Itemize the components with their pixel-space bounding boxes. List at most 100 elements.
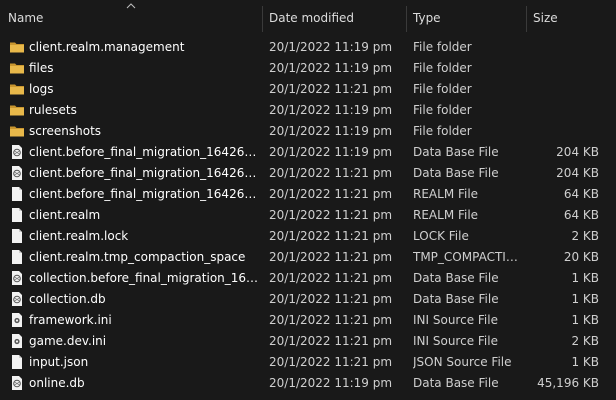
file-date-modified: 20/1/2022 11:21 pm xyxy=(269,166,393,180)
file-size: 64 KB xyxy=(563,187,599,201)
folder-icon xyxy=(9,102,25,119)
folder-icon xyxy=(9,81,25,98)
file-size: 1 KB xyxy=(571,313,599,327)
file-date-modified: 20/1/2022 11:19 pm xyxy=(269,376,393,390)
file-row[interactable]: game.dev.ini 20/1/2022 11:21 pm INI Source… xyxy=(0,331,616,352)
file-name: logs xyxy=(29,82,54,96)
file-name: client.before_final_migration_1642691996… xyxy=(29,145,259,159)
file-name: client.realm xyxy=(29,208,101,222)
file-size: 45,196 KB xyxy=(537,376,599,390)
file-size: 1 KB xyxy=(571,292,599,306)
file-type: Data Base File xyxy=(413,271,499,285)
file-name: online.db xyxy=(29,376,85,390)
column-header-type[interactable]: Type xyxy=(406,0,526,37)
file-row[interactable]: online.db 20/1/2022 11:19 pm Data Base Fil… xyxy=(0,373,616,394)
file-type: File folder xyxy=(413,124,472,138)
file-icon xyxy=(9,228,25,245)
database-file-icon xyxy=(9,291,25,308)
file-row[interactable]: collection.before_final_migration_164269… xyxy=(0,268,616,289)
file-type: INI Source File xyxy=(413,313,498,327)
file-name: collection.before_final_migration_164269… xyxy=(29,271,259,285)
file-row[interactable]: framework.ini 20/1/2022 11:21 pm INI Sourc… xyxy=(0,310,616,331)
file-name: collection.db xyxy=(29,292,106,306)
file-row[interactable]: client.before_final_migration_1642691996… xyxy=(0,142,616,163)
file-size: 64 KB xyxy=(563,208,599,222)
file-size xyxy=(526,121,599,142)
file-row[interactable]: logs 20/1/2022 11:21 pm File folder xyxy=(0,79,616,100)
file-type: File folder xyxy=(413,103,472,117)
file-type: REALM File xyxy=(413,208,479,222)
file-row[interactable]: rulesets 20/1/2022 11:19 pm File folder xyxy=(0,100,616,121)
file-date-modified: 20/1/2022 11:21 pm xyxy=(269,355,393,369)
file-row[interactable]: screenshots 20/1/2022 11:19 pm File folder xyxy=(0,121,616,142)
settings-file-icon xyxy=(9,333,25,350)
file-row[interactable]: client.realm.tmp_compaction_space 20/1/20… xyxy=(0,247,616,268)
column-header-date-modified[interactable]: Date modified xyxy=(263,0,406,37)
file-type: File folder xyxy=(413,40,472,54)
file-row[interactable]: collection.db 20/1/2022 11:21 pm Data Base… xyxy=(0,289,616,310)
column-header-name[interactable]: Name xyxy=(0,0,263,37)
file-icon xyxy=(9,354,25,371)
file-name: client.realm.tmp_compaction_space xyxy=(29,250,246,264)
file-type: REALM File xyxy=(413,187,479,201)
file-row[interactable]: client.realm 20/1/2022 11:21 pm REALM File… xyxy=(0,205,616,226)
file-type: INI Source File xyxy=(413,334,498,348)
file-name: input.json xyxy=(29,355,89,369)
file-row[interactable]: client.realm.management 20/1/2022 11:19 p… xyxy=(0,37,616,58)
file-type: Data Base File xyxy=(413,166,499,180)
file-date-modified: 20/1/2022 11:19 pm xyxy=(269,40,393,54)
file-size xyxy=(526,37,599,58)
file-name: client.before_final_migration_1642692099… xyxy=(29,166,259,180)
file-row[interactable]: client.before_final_migration_1642692099… xyxy=(0,184,616,205)
file-type: Data Base File xyxy=(413,292,499,306)
file-date-modified: 20/1/2022 11:19 pm xyxy=(269,61,393,75)
file-name: client.before_final_migration_1642692099… xyxy=(29,187,259,201)
file-name: screenshots xyxy=(29,124,102,138)
file-date-modified: 20/1/2022 11:21 pm xyxy=(269,292,393,306)
settings-file-icon xyxy=(9,312,25,329)
file-name: game.dev.ini xyxy=(29,334,107,348)
file-date-modified: 20/1/2022 11:21 pm xyxy=(269,271,393,285)
file-date-modified: 20/1/2022 11:19 pm xyxy=(269,145,393,159)
file-type: LOCK File xyxy=(413,229,469,243)
file-date-modified: 20/1/2022 11:21 pm xyxy=(269,250,393,264)
database-file-icon xyxy=(9,270,25,287)
file-date-modified: 20/1/2022 11:21 pm xyxy=(269,187,393,201)
file-icon xyxy=(9,249,25,266)
file-name: files xyxy=(29,61,54,75)
file-row[interactable]: files 20/1/2022 11:19 pm File folder xyxy=(0,58,616,79)
file-name: framework.ini xyxy=(29,313,112,327)
file-list-view: Name Date modified Type Size client.real… xyxy=(0,0,616,400)
file-date-modified: 20/1/2022 11:21 pm xyxy=(269,313,393,327)
file-date-modified: 20/1/2022 11:19 pm xyxy=(269,124,393,138)
file-name: client.realm.management xyxy=(29,40,185,54)
database-file-icon xyxy=(9,144,25,161)
file-date-modified: 20/1/2022 11:19 pm xyxy=(269,103,393,117)
file-icon xyxy=(9,207,25,224)
database-file-icon xyxy=(9,375,25,392)
file-row[interactable]: client.realm.lock 20/1/2022 11:21 pm LOCK … xyxy=(0,226,616,247)
file-name: rulesets xyxy=(29,103,77,117)
file-date-modified: 20/1/2022 11:21 pm xyxy=(269,229,393,243)
column-header-size[interactable]: Size xyxy=(526,0,616,37)
file-type: JSON Source File xyxy=(413,355,512,369)
file-size: 204 KB xyxy=(556,166,599,180)
file-size: 1 KB xyxy=(571,271,599,285)
file-size: 2 KB xyxy=(571,229,599,243)
file-type: File folder xyxy=(413,82,472,96)
file-icon xyxy=(9,186,25,203)
file-date-modified: 20/1/2022 11:21 pm xyxy=(269,208,393,222)
folder-icon xyxy=(9,60,25,77)
folder-icon xyxy=(9,39,25,56)
file-type: File folder xyxy=(413,61,472,75)
file-size: 1 KB xyxy=(571,355,599,369)
column-header-bar: Name Date modified Type Size xyxy=(0,0,616,37)
file-date-modified: 20/1/2022 11:21 pm xyxy=(269,334,393,348)
file-size: 20 KB xyxy=(563,250,599,264)
file-type: TMP_COMPACTIO... xyxy=(413,250,523,264)
file-row[interactable]: input.json 20/1/2022 11:21 pm JSON Source … xyxy=(0,352,616,373)
file-row[interactable]: client.before_final_migration_1642692099… xyxy=(0,163,616,184)
file-size: 204 KB xyxy=(556,145,599,159)
file-rows: client.realm.management 20/1/2022 11:19 p… xyxy=(0,37,616,394)
file-size xyxy=(526,100,599,121)
